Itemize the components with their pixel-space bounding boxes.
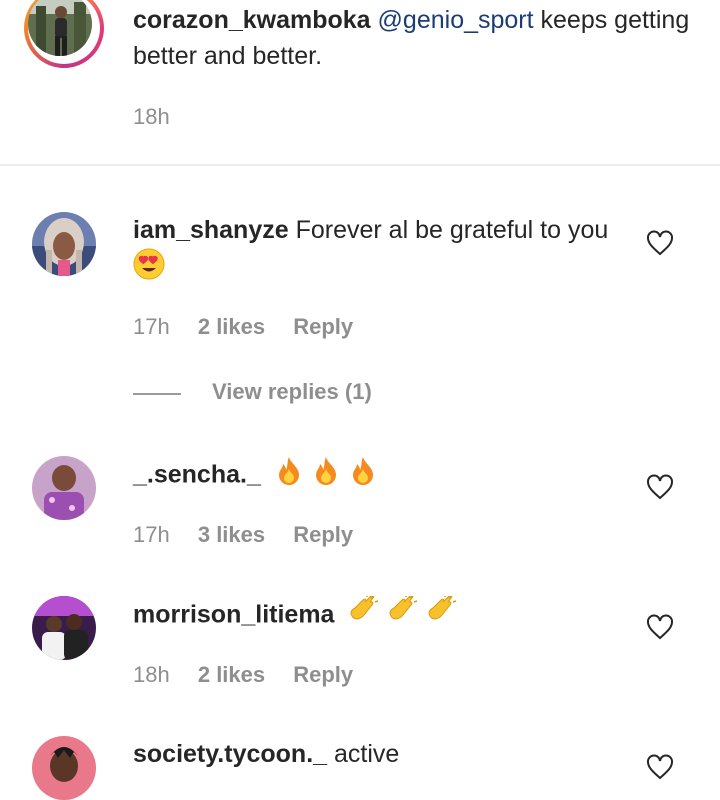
replies-divider-line — [133, 393, 181, 395]
comment-username[interactable]: society.tycoon._ — [133, 740, 327, 768]
comment-time: 17h — [133, 522, 170, 547]
clapping-hands-emoji — [427, 594, 457, 636]
like-heart-icon[interactable] — [646, 230, 674, 256]
fire-emoji — [313, 456, 339, 496]
like-heart-icon[interactable] — [646, 474, 674, 500]
heart-eyes-emoji — [133, 248, 165, 290]
comment-body: active — [327, 740, 400, 768]
comment-likes[interactable]: 2 likes — [198, 662, 265, 688]
like-heart-icon[interactable] — [646, 614, 674, 640]
caption-username[interactable]: corazon_kwamboka — [133, 6, 371, 34]
caption-meta: 18h — [133, 104, 170, 130]
caption-avatar-story-ring[interactable] — [24, 0, 104, 68]
comment-text: _.sencha._ — [133, 456, 623, 496]
comment-avatar[interactable] — [32, 456, 96, 520]
reply-button[interactable]: Reply — [293, 522, 353, 548]
comment-likes[interactable]: 2 likes — [198, 314, 265, 340]
clapping-hands-emoji — [349, 594, 379, 636]
comment-text: iam_shanyze Forever al be grateful to yo… — [133, 212, 623, 290]
comment-time: 18h — [133, 662, 170, 687]
caption-text: corazon_kwamboka @genio_sport keeps gett… — [133, 2, 693, 74]
comment-username[interactable]: _.sencha._ — [133, 461, 261, 489]
comment-likes[interactable]: 3 likes — [198, 522, 265, 548]
fire-emoji — [350, 456, 376, 496]
like-heart-icon[interactable] — [646, 754, 674, 780]
fire-emoji — [276, 456, 302, 496]
reply-button[interactable]: Reply — [293, 314, 353, 340]
comment-avatar[interactable] — [32, 596, 96, 660]
comment-meta: 17h 3 likes Reply — [133, 522, 353, 548]
comment-text: society.tycoon._ active — [133, 736, 623, 772]
comment-avatar[interactable] — [32, 212, 96, 276]
comment-username[interactable]: iam_shanyze — [133, 216, 289, 244]
comment-avatar[interactable] — [32, 736, 96, 800]
comment-time: 17h — [133, 314, 170, 339]
comment-username[interactable]: morrison_litiema — [133, 601, 334, 629]
comment-text: morrison_litiema — [133, 594, 623, 636]
view-replies-button[interactable]: View replies (1) — [212, 379, 372, 405]
clapping-hands-emoji — [388, 594, 418, 636]
comment-meta: 18h 2 likes Reply — [133, 662, 353, 688]
divider — [0, 164, 720, 166]
comment-body: Forever al be grateful to you — [288, 216, 609, 244]
comment-meta: 17h 2 likes Reply — [133, 314, 353, 340]
post-caption: corazon_kwamboka @genio_sport keeps gett… — [0, 0, 720, 165]
caption-mention[interactable]: @genio_sport — [378, 6, 534, 34]
caption-time: 18h — [133, 104, 170, 129]
reply-button[interactable]: Reply — [293, 662, 353, 688]
